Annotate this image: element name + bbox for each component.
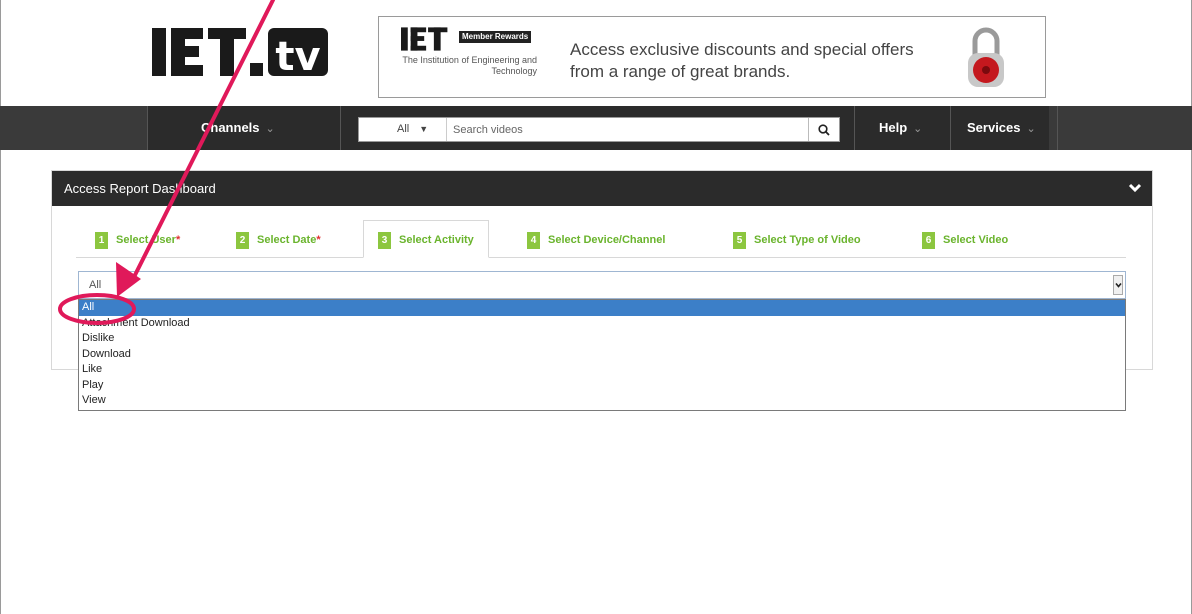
dropdown-option[interactable]: View [79, 393, 1125, 409]
required-marker: * [316, 234, 321, 246]
iet-tv-logo[interactable]: tv [152, 26, 342, 78]
iet-banner-logo [401, 27, 448, 51]
tab-label: Select Type of Video [754, 234, 861, 246]
dropdown-option[interactable]: Download [79, 347, 1125, 363]
activity-select-value: All [89, 279, 102, 291]
banner-line-1: Access exclusive discounts and special o… [570, 40, 914, 59]
select-arrow-button[interactable] [1113, 275, 1123, 295]
chevron-down-icon [1114, 282, 1122, 288]
dropdown-option[interactable]: Attachment Download [79, 316, 1125, 332]
padlock-icon [968, 27, 1004, 87]
tab-number-badge: 2 [236, 231, 249, 249]
banner-line-2: from a range of great brands. [570, 62, 791, 81]
nav-divider [950, 106, 951, 150]
nav-help[interactable]: Help ⌄ [879, 106, 922, 150]
tab-number-badge: 5 [733, 231, 746, 249]
chevron-down-icon[interactable] [1128, 181, 1142, 195]
banner-text: Access exclusive discounts and special o… [570, 39, 914, 83]
nav-help-label: Help [879, 120, 908, 135]
search-button[interactable] [808, 118, 839, 141]
tab-select-date[interactable]: 2 Select Date* [236, 222, 321, 258]
nav-services[interactable]: Services ⌄ [967, 106, 1036, 150]
member-rewards-badge: Member Rewards [459, 31, 532, 43]
nav-divider [340, 106, 341, 150]
main-navbar: Channels ⌄ All ▼ Help ⌄ Services ⌄ [0, 106, 1192, 150]
tab-number-badge: 1 [95, 231, 108, 249]
search-bar: All ▼ [358, 117, 840, 142]
tab-select-type-of-video[interactable]: 5 Select Type of Video [733, 222, 861, 258]
chevron-down-icon: ⌄ [913, 123, 923, 135]
search-scope-value: All [397, 123, 410, 135]
panel-header[interactable]: Access Report Dashboard [52, 171, 1152, 206]
frame-border-left [0, 0, 1, 614]
search-scope-select[interactable]: All ▼ [359, 118, 447, 141]
nav-divider [147, 106, 148, 150]
tab-select-video[interactable]: 6 Select Video [922, 222, 1008, 258]
panel-title: Access Report Dashboard [64, 181, 216, 196]
tab-select-activity[interactable]: 3 Select Activity [363, 220, 489, 258]
member-rewards-banner[interactable]: Member Rewards The Institution of Engine… [378, 16, 1046, 98]
institution-name: The Institution of Engineering and Techn… [402, 55, 537, 76]
nav-services-label: Services [967, 120, 1021, 135]
search-icon [818, 123, 830, 136]
nav-divider [1057, 106, 1058, 150]
tab-label: Select User [116, 234, 176, 246]
svg-text:tv: tv [275, 34, 320, 78]
chevron-down-icon: ⌄ [265, 123, 275, 135]
tab-number-badge: 6 [922, 231, 935, 249]
dropdown-option[interactable]: Dislike [79, 331, 1125, 347]
tab-label: Select Date [257, 234, 317, 246]
activity-select[interactable]: All [78, 271, 1126, 299]
tab-select-device-channel[interactable]: 4 Select Device/Channel [527, 222, 665, 258]
search-input[interactable] [449, 118, 809, 141]
dropdown-option[interactable]: All [79, 300, 1125, 316]
tab-number-badge: 4 [527, 231, 540, 249]
nav-channels-label: Channels [201, 120, 260, 135]
required-marker: * [175, 234, 181, 246]
tab-label: Select Device/Channel [548, 234, 666, 246]
tab-label: Select Video [943, 234, 1009, 246]
nav-channels[interactable]: Channels ⌄ [201, 106, 275, 150]
nav-divider [854, 106, 855, 150]
tab-select-user[interactable]: 1 Select User* [95, 222, 180, 258]
activity-dropdown-list: All Attachment Download Dislike Download… [78, 299, 1126, 411]
tab-number-badge: 3 [378, 231, 391, 249]
dropdown-option[interactable]: Play [79, 378, 1125, 394]
chevron-down-icon: ⌄ [1026, 123, 1036, 135]
dropdown-option[interactable]: Like [79, 362, 1125, 378]
tab-label: Select Activity [399, 234, 474, 246]
caret-down-icon: ▼ [419, 124, 429, 134]
